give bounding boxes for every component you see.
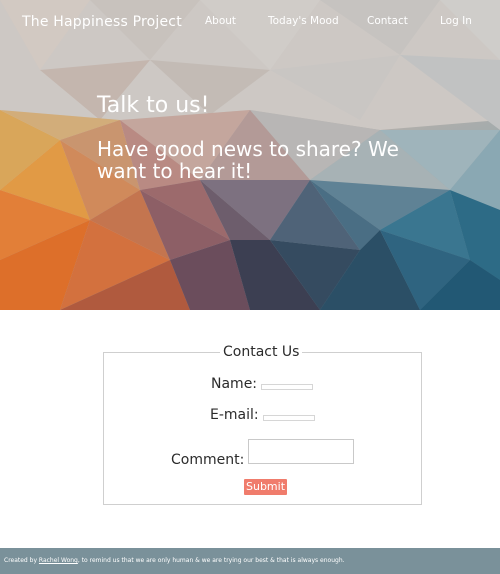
contact-form-legend: Contact Us [220,344,303,360]
submit-button[interactable]: Submit [244,479,287,495]
hero-title: Talk to us! [97,93,210,118]
name-label: Name: [211,376,258,392]
footer-prefix: Created by [4,557,39,564]
email-label: E-mail: [210,407,259,423]
email-input[interactable] [263,415,315,421]
hero-subtitle: Have good news to share? We want to hear… [97,137,399,183]
hero-banner: The Happiness Project About Today's Mood… [0,0,500,310]
name-input[interactable] [261,384,313,390]
nav-link-todays-mood[interactable]: Today's Mood [268,15,339,27]
footer: Created by Rachel Wong, to remind us tha… [0,548,500,574]
nav-link-contact[interactable]: Contact [367,15,408,27]
top-nav: The Happiness Project About Today's Mood… [0,0,500,42]
brand-logo-text[interactable]: The Happiness Project [22,14,182,30]
nav-link-about[interactable]: About [205,15,236,27]
comment-textarea[interactable] [248,439,354,464]
comment-label: Comment: [171,452,245,468]
footer-author-link[interactable]: Rachel Wong [39,557,78,564]
nav-link-log-in[interactable]: Log In [440,15,472,27]
footer-text: , to remind us that we are only human & … [77,557,345,564]
